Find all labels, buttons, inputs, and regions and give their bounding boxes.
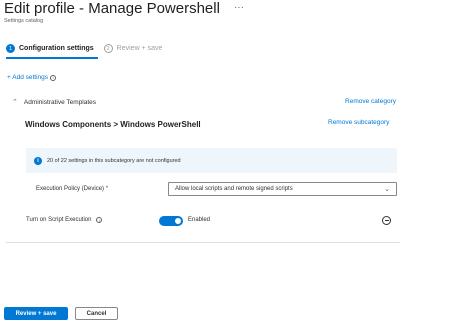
- remove-category-link[interactable]: Remove category: [345, 98, 396, 105]
- script-execution-label: Turn on Script Execution i: [26, 217, 103, 223]
- required-marker: *: [105, 186, 109, 192]
- wizard-steps: 1 Configuration settings 2 Review + save: [6, 44, 162, 53]
- script-execution-label-text: Turn on Script Execution: [26, 217, 92, 223]
- category-label: Administrative Templates: [23, 98, 97, 106]
- add-settings-label: + Add settings: [7, 74, 49, 81]
- toggle-state-label: Enabled: [188, 217, 211, 223]
- page-subtitle: Settings catalog: [4, 18, 44, 24]
- info-icon: i: [34, 156, 42, 165]
- active-step-indicator: [6, 57, 98, 59]
- dropdown-selected-value: Allow local scripts and remote signed sc…: [175, 186, 293, 192]
- remove-subcategory-link[interactable]: Remove subcategory: [328, 119, 389, 126]
- add-settings-link[interactable]: + Add settings i: [7, 74, 57, 81]
- chevron-down-icon: ⌄: [384, 186, 390, 193]
- banner-text: 20 of 22 settings in this subcategory ar…: [47, 157, 181, 164]
- subcategory-title: Windows Components > Windows PowerShell: [25, 120, 201, 129]
- execution-policy-label: Execution Policy (Device) *: [36, 186, 108, 192]
- info-icon[interactable]: i: [50, 74, 57, 81]
- page-title: Edit profile - Manage Powershell: [4, 0, 220, 17]
- review-save-button[interactable]: Review + save: [4, 307, 68, 320]
- info-icon[interactable]: i: [96, 217, 103, 223]
- execution-policy-label-text: Execution Policy (Device): [36, 186, 105, 192]
- execution-policy-dropdown[interactable]: Allow local scripts and remote signed sc…: [168, 182, 397, 196]
- info-banner: i 20 of 22 settings in this subcategory …: [26, 148, 397, 173]
- step-number-badge: 2: [103, 44, 113, 53]
- toggle-knob: [175, 218, 181, 224]
- cancel-button[interactable]: Cancel: [75, 307, 118, 320]
- tab-review-save[interactable]: 2 Review + save: [103, 44, 163, 53]
- step-number-badge: 1: [6, 44, 15, 53]
- page-header: Edit profile - Manage Powershell ···: [4, 0, 244, 17]
- chevron-up-icon[interactable]: ⌃: [12, 98, 18, 106]
- category-header: ⌃ Administrative Templates Remove catego…: [12, 98, 396, 106]
- more-options-icon[interactable]: ···: [234, 2, 244, 13]
- tab-configuration-settings[interactable]: 1 Configuration settings: [6, 44, 94, 53]
- step-label: Review + save: [116, 45, 163, 52]
- script-execution-toggle[interactable]: [159, 216, 183, 226]
- remove-setting-icon[interactable]: [382, 216, 391, 225]
- section-divider: [6, 242, 400, 243]
- step-label: Configuration settings: [19, 45, 94, 52]
